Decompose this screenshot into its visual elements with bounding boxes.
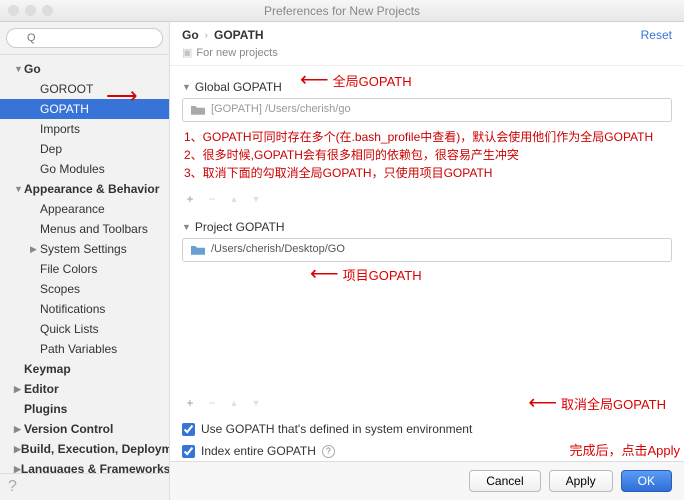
settings-tree[interactable]: ▼GoGOROOTGOPATHImportsDepGo Modules▼Appe… <box>0 55 169 473</box>
sidebar-item-label: Notifications <box>40 302 105 316</box>
sidebar-item-label: Go <box>24 62 41 76</box>
annotation-notes: 1、GOPATH可同时存在多个(在.bash_profile中查看)，默认会使用… <box>182 124 672 190</box>
up-button[interactable]: ▲ <box>226 194 242 204</box>
chevron-right-icon: ▶ <box>30 244 40 255</box>
list-item[interactable]: [GOPATH] /Users/cherish/go <box>183 99 671 119</box>
sidebar-item-scopes[interactable]: Scopes <box>0 279 169 299</box>
chevron-down-icon: ▼ <box>14 184 24 194</box>
sidebar-item-label: Go Modules <box>40 162 105 176</box>
sidebar-item-plugins[interactable]: Plugins <box>0 399 169 419</box>
sidebar-item-label: Version Control <box>24 422 113 436</box>
chevron-right-icon: ▶ <box>14 384 24 395</box>
index-entire-gopath-row: Index entire GOPATH ? <box>182 440 672 461</box>
sidebar-item-label: Path Variables <box>40 342 117 356</box>
chevron-right-icon: ▶ <box>14 464 21 474</box>
sidebar-item-appearance-behavior[interactable]: ▼Appearance & Behavior <box>0 179 169 199</box>
titlebar: Preferences for New Projects <box>0 0 684 22</box>
sidebar-item-go[interactable]: ▼Go <box>0 59 169 79</box>
sidebar-item-goroot[interactable]: GOROOT <box>0 79 169 99</box>
main-panel: Go › GOPATH Reset ▣ For new projects ⟵ 全… <box>170 22 684 500</box>
sidebar: ▼GoGOROOTGOPATHImportsDepGo Modules▼Appe… <box>0 22 170 500</box>
folder-icon <box>191 104 205 115</box>
window-title: Preferences for New Projects <box>264 4 420 18</box>
sidebar-item-appearance[interactable]: Appearance <box>0 199 169 219</box>
search-container <box>0 22 169 55</box>
breadcrumb-root: Go <box>182 28 199 42</box>
chevron-down-icon: ▼ <box>182 82 191 92</box>
sidebar-item-label: System Settings <box>40 242 127 256</box>
sidebar-item-label: Plugins <box>24 402 67 416</box>
chevron-right-icon: ▶ <box>14 444 21 455</box>
index-entire-gopath-checkbox[interactable] <box>182 445 195 458</box>
global-gopath-section[interactable]: ▼ Global GOPATH <box>182 80 672 94</box>
help-icon[interactable]: ? <box>0 473 169 500</box>
help-icon[interactable]: ? <box>322 445 335 458</box>
project-icon: ▣ <box>182 46 192 59</box>
sidebar-item-label: Scopes <box>40 282 80 296</box>
chevron-right-icon: ▶ <box>14 424 24 435</box>
sidebar-item-system-settings[interactable]: ▶System Settings <box>0 239 169 259</box>
down-button[interactable]: ▼ <box>248 398 264 408</box>
sidebar-item-version-control[interactable]: ▶Version Control <box>0 419 169 439</box>
sidebar-item-label: Languages & Frameworks <box>21 462 169 473</box>
project-gopath-section[interactable]: ▼ Project GOPATH <box>182 220 672 234</box>
sidebar-item-label: Appearance & Behavior <box>24 182 159 196</box>
sidebar-item-keymap[interactable]: Keymap <box>0 359 169 379</box>
sidebar-item-file-colors[interactable]: File Colors <box>0 259 169 279</box>
use-env-gopath-checkbox[interactable] <box>182 423 195 436</box>
subtitle: ▣ For new projects <box>170 44 684 66</box>
add-button[interactable]: + <box>182 192 198 206</box>
sidebar-item-gopath[interactable]: GOPATH <box>0 99 169 119</box>
sidebar-item-label: File Colors <box>40 262 97 276</box>
breadcrumb: Go › GOPATH Reset <box>170 22 684 44</box>
sidebar-item-dep[interactable]: Dep <box>0 139 169 159</box>
sidebar-item-editor[interactable]: ▶Editor <box>0 379 169 399</box>
content-pane: ⟵ 全局GOPATH ▼ Global GOPATH [GOPATH] /Use… <box>170 66 684 461</box>
sidebar-item-label: Keymap <box>24 362 71 376</box>
sidebar-item-label: GOROOT <box>40 82 93 96</box>
remove-button[interactable]: − <box>204 192 220 206</box>
global-gopath-list[interactable]: [GOPATH] /Users/cherish/go <box>182 98 672 122</box>
sidebar-item-label: Dep <box>40 142 62 156</box>
project-gopath-list[interactable]: /Users/cherish/Desktop/GO <box>182 238 672 262</box>
breadcrumb-current: GOPATH <box>214 28 264 42</box>
sidebar-item-label: GOPATH <box>40 102 89 116</box>
sidebar-item-label: Quick Lists <box>40 322 99 336</box>
add-button[interactable]: + <box>182 396 198 410</box>
cancel-button[interactable]: Cancel <box>469 470 540 492</box>
sidebar-item-label: Appearance <box>40 202 105 216</box>
sidebar-item-label: Editor <box>24 382 59 396</box>
project-list-toolbar: + − ▲ ▼ <box>182 394 672 418</box>
folder-icon <box>191 244 205 255</box>
use-env-gopath-row: Use GOPATH that's defined in system envi… <box>182 418 672 440</box>
sidebar-item-quick-lists[interactable]: Quick Lists <box>0 319 169 339</box>
list-item[interactable]: /Users/cherish/Desktop/GO <box>183 239 671 259</box>
sidebar-item-menus-and-toolbars[interactable]: Menus and Toolbars <box>0 219 169 239</box>
sidebar-item-label: Menus and Toolbars <box>40 222 148 236</box>
remove-button[interactable]: − <box>204 396 220 410</box>
apply-button[interactable]: Apply <box>549 470 613 492</box>
global-list-toolbar: + − ▲ ▼ <box>182 190 672 214</box>
sidebar-item-build-execution-deployment[interactable]: ▶Build, Execution, Deployment <box>0 439 169 459</box>
chevron-down-icon: ▼ <box>182 222 191 232</box>
traffic-lights <box>8 5 53 16</box>
chevron-right-icon: › <box>205 30 208 41</box>
chevron-down-icon: ▼ <box>14 64 24 74</box>
search-input[interactable] <box>6 28 163 48</box>
sidebar-item-notifications[interactable]: Notifications <box>0 299 169 319</box>
dialog-footer: Cancel Apply OK <box>170 461 684 500</box>
sidebar-item-path-variables[interactable]: Path Variables <box>0 339 169 359</box>
sidebar-item-languages-frameworks[interactable]: ▶Languages & Frameworks <box>0 459 169 473</box>
sidebar-item-label: Imports <box>40 122 80 136</box>
sidebar-item-go-modules[interactable]: Go Modules <box>0 159 169 179</box>
sidebar-item-label: Build, Execution, Deployment <box>21 442 169 456</box>
down-button[interactable]: ▼ <box>248 194 264 204</box>
up-button[interactable]: ▲ <box>226 398 242 408</box>
ok-button[interactable]: OK <box>621 470 672 492</box>
sidebar-item-imports[interactable]: Imports <box>0 119 169 139</box>
reset-link[interactable]: Reset <box>641 28 672 42</box>
